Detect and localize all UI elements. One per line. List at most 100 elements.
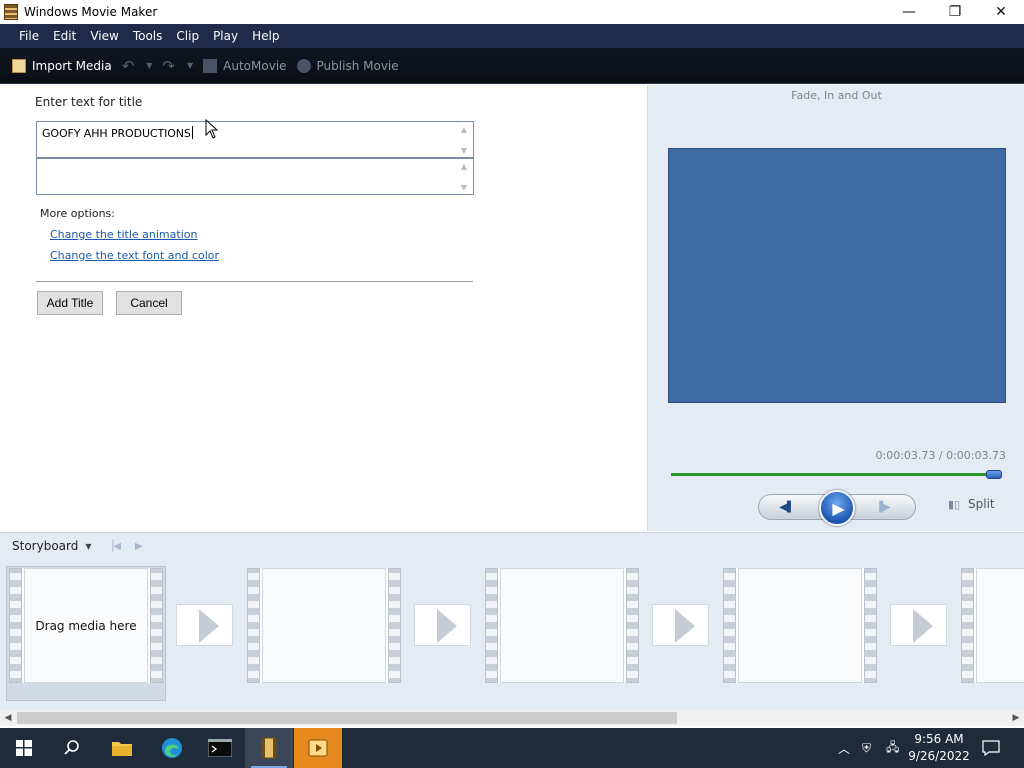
scroll-right-icon[interactable]: ▶ — [1008, 710, 1024, 726]
seek-bar[interactable] — [671, 473, 1001, 476]
preview-monitor[interactable] — [668, 148, 1006, 403]
text-caret — [191, 126, 193, 139]
restore-button[interactable]: ❐ — [932, 0, 978, 24]
menu-view[interactable]: View — [83, 24, 125, 48]
title-task-pane: Enter text for title GOOFY AHH PRODUCTIO… — [0, 85, 646, 531]
redo-button[interactable]: ↷ — [162, 57, 177, 75]
cancel-button[interactable]: Cancel — [116, 291, 182, 315]
search-icon — [64, 740, 79, 755]
publish-movie-label: Publish Movie — [316, 58, 399, 73]
title-input-scroll[interactable]: ▲ ▼ — [459, 125, 469, 155]
media-player-icon — [308, 739, 328, 757]
scroll-up-icon[interactable]: ▲ — [461, 162, 467, 171]
movie-maker-taskbar-button[interactable] — [245, 728, 293, 768]
transition-arrow-icon — [199, 609, 219, 643]
menu-help[interactable]: Help — [245, 24, 286, 48]
scrollbar-thumb[interactable] — [17, 712, 677, 724]
automovie-button[interactable]: AutoMovie — [203, 58, 287, 73]
film-perforation — [150, 568, 163, 683]
scroll-down-icon[interactable]: ▼ — [461, 183, 467, 192]
mouse-cursor-icon — [205, 119, 219, 139]
windows-logo-icon — [16, 740, 32, 756]
scroll-left-icon[interactable]: ◀ — [0, 710, 16, 726]
change-title-animation-link[interactable]: Change the title animation — [50, 228, 197, 241]
menu-play[interactable]: Play — [206, 24, 245, 48]
storyboard-slot[interactable] — [485, 568, 639, 683]
show-hidden-icons-button[interactable]: ︿ — [838, 728, 850, 768]
storyboard-view-label[interactable]: Storyboard — [12, 539, 78, 553]
import-media-button[interactable]: Import Media — [12, 58, 112, 73]
transition-slot[interactable] — [890, 604, 947, 646]
system-clock[interactable]: 9:56 AM 9/26/2022 — [906, 731, 972, 765]
subtitle-input-scroll[interactable]: ▲ ▼ — [459, 162, 469, 192]
redo-dropdown-icon[interactable]: ▼ — [187, 61, 193, 70]
notifications-button[interactable] — [982, 728, 1000, 768]
storyboard-slot[interactable] — [723, 568, 877, 683]
film-perforation — [388, 568, 401, 683]
notification-icon — [982, 740, 1000, 756]
transition-arrow-icon — [437, 609, 457, 643]
undo-icon: ↶ — [121, 56, 135, 75]
file-explorer-button[interactable] — [98, 728, 146, 768]
film-perforation — [864, 568, 877, 683]
title-text-value: GOOFY AHH PRODUCTIONS — [42, 127, 191, 140]
title-text-value-wrap: GOOFY AHH PRODUCTIONS — [42, 126, 193, 140]
preview-pane: Fade, In and Out 0:00:03.73 / 0:00:03.73… — [647, 85, 1024, 531]
network-tray-icon[interactable]: 🖧 — [886, 728, 899, 768]
storyboard-rewind-icon[interactable]: ▕◀ — [106, 541, 121, 552]
menu-edit[interactable]: Edit — [46, 24, 83, 48]
menu-clip[interactable]: Clip — [169, 24, 206, 48]
change-text-font-link[interactable]: Change the text font and color — [50, 249, 219, 262]
minimize-button[interactable]: — — [886, 0, 932, 24]
folder-icon — [112, 742, 132, 756]
split-button[interactable]: ▮▯ Split — [946, 497, 995, 511]
storyboard-slot[interactable]: Drag media here — [9, 568, 163, 683]
storyboard-scrollbar[interactable]: ◀ ▶ — [0, 710, 1024, 726]
menu-file[interactable]: File — [12, 24, 46, 48]
undo-dropdown-icon[interactable]: ▼ — [146, 61, 152, 70]
empty-frame — [738, 568, 862, 683]
previous-frame-button[interactable]: ◀▌ — [767, 498, 807, 516]
terminal-button[interactable] — [196, 728, 244, 768]
subtitle-text-input[interactable]: ▲ ▼ — [36, 158, 474, 195]
close-button[interactable]: ✕ — [978, 0, 1024, 24]
storyboard-slot[interactable] — [961, 568, 1024, 683]
add-title-button[interactable]: Add Title — [37, 291, 103, 315]
more-options-label: More options: — [40, 207, 115, 220]
publish-movie-button[interactable]: Publish Movie — [296, 58, 399, 73]
title-text-input[interactable]: GOOFY AHH PRODUCTIONS ▲ ▼ — [36, 121, 474, 158]
next-frame-button[interactable]: ▐▶ — [863, 498, 903, 516]
transition-slot[interactable] — [414, 604, 471, 646]
menu-tools[interactable]: Tools — [126, 24, 170, 48]
film-perforation — [9, 568, 22, 683]
playback-controls: ◀▌ ▶ ▐▶ — [758, 490, 916, 526]
automovie-icon — [203, 58, 218, 73]
film-perforation — [247, 568, 260, 683]
network-icon: 🖧 — [886, 739, 900, 754]
play-button[interactable]: ▶ — [819, 490, 855, 526]
window-title: Windows Movie Maker — [24, 5, 158, 19]
publish-movie-icon — [296, 58, 311, 73]
movie-maker-icon — [4, 4, 18, 20]
film-perforation — [626, 568, 639, 683]
undo-button[interactable]: ↶ — [122, 57, 137, 75]
scroll-up-icon[interactable]: ▲ — [461, 125, 467, 134]
storyboard-play-icon[interactable]: ▶ — [135, 541, 143, 552]
edge-browser-button[interactable] — [148, 728, 196, 768]
security-tray-icon[interactable]: ⛨ — [862, 728, 871, 768]
seek-thumb[interactable] — [986, 470, 1002, 479]
search-button[interactable] — [48, 728, 96, 768]
menu-bar: File Edit View Tools Clip Play Help — [0, 24, 1024, 48]
timecode: 0:00:03.73 / 0:00:03.73 — [875, 449, 1007, 462]
shield-icon: ⛨ — [862, 740, 872, 755]
start-button[interactable] — [0, 728, 48, 768]
scroll-down-icon[interactable]: ▼ — [461, 146, 467, 155]
chevron-down-icon[interactable]: ▼ — [85, 542, 91, 551]
storyboard-slot[interactable] — [247, 568, 401, 683]
transition-arrow-icon — [913, 609, 933, 643]
transition-slot[interactable] — [176, 604, 233, 646]
photos-app-button[interactable] — [294, 728, 342, 768]
windows-taskbar: ︿ ⛨ 🖧 9:56 AM 9/26/2022 — [0, 728, 1024, 768]
split-icon: ▮▯ — [947, 497, 961, 511]
transition-slot[interactable] — [652, 604, 709, 646]
